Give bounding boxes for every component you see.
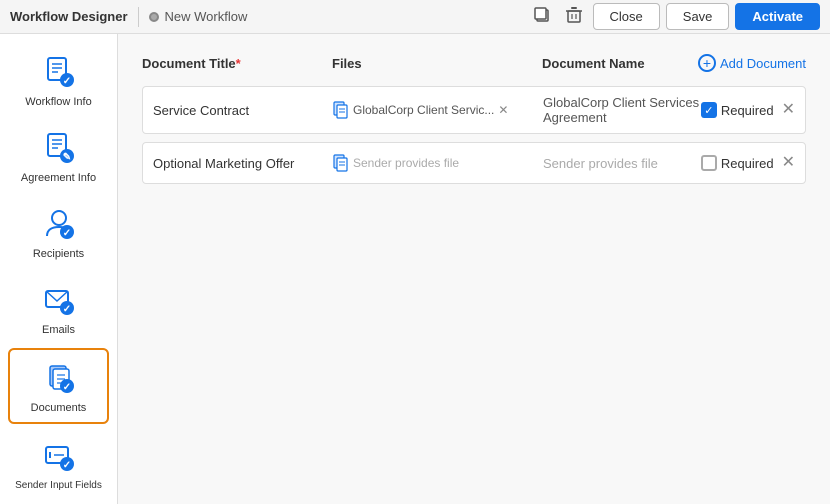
file-icon-1: [333, 101, 349, 119]
workflow-name-label: New Workflow: [165, 9, 248, 24]
sender-input-icon-wrapper: ✓: [39, 436, 79, 476]
doc-files-1: GlobalCorp Client Servic... ✕: [333, 101, 543, 119]
col-document-title: Document Title*: [142, 56, 332, 71]
sidebar-item-emails-label: Emails: [42, 324, 75, 336]
add-circle-icon: +: [698, 54, 716, 72]
documents-header: Document Title* Files Document Name + Ad…: [142, 54, 806, 72]
recipients-icon-wrapper: ✓: [39, 204, 79, 244]
sidebar-item-documents[interactable]: ✓ Documents: [8, 348, 109, 424]
main-content: Document Title* Files Document Name + Ad…: [118, 34, 830, 504]
save-button[interactable]: Save: [666, 3, 730, 30]
doc-required-1: ✓ Required: [701, 102, 774, 118]
required-star: *: [236, 56, 241, 71]
add-document-button[interactable]: + Add Document: [698, 54, 806, 72]
col-document-name: Document Name: [542, 56, 698, 71]
sidebar-item-agreement-info[interactable]: ✎ Agreement Info: [0, 120, 117, 192]
duplicate-icon-button[interactable]: [529, 2, 555, 32]
svg-text:✓: ✓: [62, 460, 70, 471]
sidebar-item-workflow-info[interactable]: ✓ Workflow Info: [0, 44, 117, 116]
svg-text:✓: ✓: [62, 382, 70, 393]
sidebar-item-recipients[interactable]: ✓ Recipients: [0, 196, 117, 268]
workflow-info-icon: ✓: [41, 54, 77, 90]
header-divider: [138, 7, 139, 27]
required-checkbox-1[interactable]: ✓: [701, 102, 717, 118]
sidebar-item-recipients-label: Recipients: [33, 248, 84, 260]
doc-title-2: Optional Marketing Offer: [153, 156, 333, 171]
emails-icon: ✓: [41, 282, 77, 318]
close-button[interactable]: Close: [593, 3, 660, 30]
delete-icon-button[interactable]: [561, 2, 587, 32]
main-layout: ✓ Workflow Info ✎ Agreement Info: [0, 34, 830, 504]
sidebar-item-agreement-info-label: Agreement Info: [21, 172, 96, 184]
documents-icon: ✓: [41, 360, 77, 396]
agreement-info-icon: ✎: [41, 130, 77, 166]
doc-required-2: Required: [701, 155, 774, 171]
sidebar-item-workflow-info-label: Workflow Info: [25, 96, 91, 108]
sidebar: ✓ Workflow Info ✎ Agreement Info: [0, 34, 118, 504]
activate-button[interactable]: Activate: [735, 3, 820, 30]
recipients-icon: ✓: [41, 206, 77, 242]
doc-file-name-1: GlobalCorp Client Servic...: [353, 103, 494, 117]
doc-name-2: Sender provides file: [543, 156, 701, 171]
documents-icon-wrapper: ✓: [39, 358, 79, 398]
file-icon-2: [333, 154, 349, 172]
table-row: Service Contract GlobalCorp Client Servi…: [142, 86, 806, 134]
file-clear-button-1[interactable]: ✕: [498, 103, 508, 117]
svg-text:✎: ✎: [62, 152, 70, 163]
agreement-info-icon-wrapper: ✎: [39, 128, 79, 168]
sidebar-item-emails[interactable]: ✓ Emails: [0, 272, 117, 344]
svg-text:✓: ✓: [62, 76, 70, 87]
workflow-name-area: New Workflow: [149, 9, 248, 24]
app-title: Workflow Designer: [10, 9, 128, 24]
doc-remove-button-2[interactable]: ✕: [782, 155, 795, 171]
header: Workflow Designer New Workflow Close Sav…: [0, 0, 830, 34]
sidebar-item-sender-input-fields-label: Sender Input Fields: [15, 480, 102, 491]
svg-text:✓: ✓: [62, 228, 70, 239]
required-checkbox-2[interactable]: [701, 155, 717, 171]
sidebar-item-sender-input-fields[interactable]: ✓ Sender Input Fields: [0, 428, 117, 499]
sidebar-item-documents-label: Documents: [31, 402, 87, 414]
doc-title-1: Service Contract: [153, 103, 333, 118]
header-actions: Close Save Activate: [529, 2, 820, 32]
workflow-status-dot: [149, 12, 159, 22]
workflow-info-icon-wrapper: ✓: [39, 52, 79, 92]
doc-name-1: GlobalCorp Client Services Agreement: [543, 95, 701, 125]
doc-remove-button-1[interactable]: ✕: [782, 102, 795, 118]
table-row: Optional Marketing Offer Sender provides…: [142, 142, 806, 184]
emails-icon-wrapper: ✓: [39, 280, 79, 320]
sender-input-fields-icon: ✓: [41, 438, 77, 474]
doc-file-name-2: Sender provides file: [353, 156, 459, 170]
doc-files-2: Sender provides file: [333, 154, 543, 172]
svg-text:✓: ✓: [62, 304, 70, 315]
col-files: Files: [332, 56, 542, 71]
